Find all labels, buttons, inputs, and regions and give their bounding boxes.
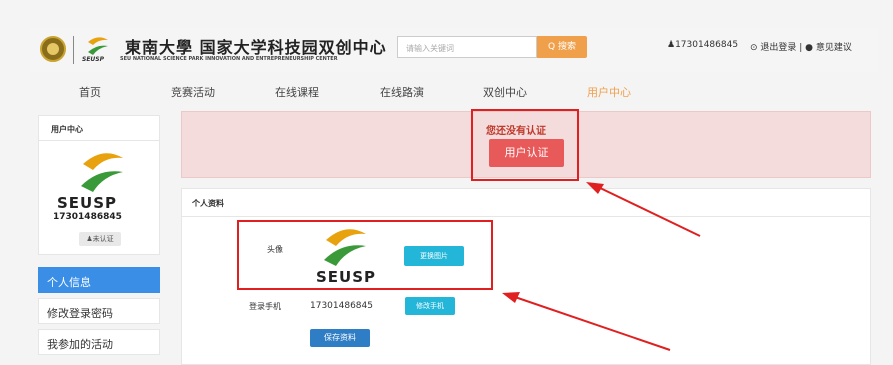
nav-item-center[interactable]: 双创中心	[483, 84, 527, 100]
page: SEUSP 東南大學 国家大学科技园双创中心 SEU NATIONAL SCIE…	[0, 0, 893, 365]
user-card: 用户中心 SEUSP 17301486845 ♟未认证	[38, 115, 160, 255]
user-account-link[interactable]: ♟17301486845	[667, 40, 738, 50]
change-phone-button[interactable]: 修改手机	[405, 297, 455, 315]
phone-value: 17301486845	[310, 301, 373, 311]
main-nav: 首页 竞赛活动 在线课程 在线路演 双创中心 用户中心	[30, 80, 878, 104]
save-profile-button[interactable]: 保存资料	[310, 329, 370, 347]
nav-item-roadshow[interactable]: 在线路演	[380, 84, 424, 100]
logout-feedback-links[interactable]: ⊙ 退出登录 | ● 意见建议	[750, 40, 852, 53]
nav-item-home[interactable]: 首页	[79, 84, 101, 100]
menu-item-change-password[interactable]: 修改登录密码	[38, 298, 160, 324]
user-avatar-logo-icon	[81, 153, 123, 192]
user-card-title: 用户中心	[51, 125, 83, 134]
search-button[interactable]: Q 搜索	[537, 36, 587, 58]
menu-item-personal-info[interactable]: 个人信息	[38, 267, 160, 293]
annotation-box-verify	[471, 109, 579, 181]
nav-item-courses[interactable]: 在线课程	[275, 84, 319, 100]
divider	[181, 216, 871, 217]
profile-panel-title: 个人资料	[192, 199, 224, 208]
search-input[interactable]: 请输入关键词	[397, 36, 537, 58]
nav-item-user-center[interactable]: 用户中心	[587, 84, 631, 100]
brand-subtitle: SEU NATIONAL SCIENCE PARK INNOVATION AND…	[120, 56, 338, 62]
divider	[39, 140, 159, 141]
brand-title[interactable]: 東南大學 国家大学科技园双创中心	[125, 34, 387, 58]
seusp-logo-icon	[88, 37, 108, 55]
menu-item-my-activities[interactable]: 我参加的活动	[38, 329, 160, 355]
university-emblem-icon	[40, 36, 66, 62]
nav-item-competitions[interactable]: 竞赛活动	[171, 84, 215, 100]
user-phone: 17301486845	[53, 212, 122, 222]
header-divider	[73, 36, 74, 64]
phone-label: 登录手机	[249, 302, 281, 311]
seusp-small-text: SEUSP	[82, 56, 105, 63]
user-avatar-text: SEUSP	[57, 194, 118, 212]
header: SEUSP 東南大學 国家大学科技园双创中心 SEU NATIONAL SCIE…	[30, 28, 878, 72]
unverified-badge: ♟未认证	[79, 232, 121, 246]
annotation-box-avatar	[237, 220, 493, 290]
